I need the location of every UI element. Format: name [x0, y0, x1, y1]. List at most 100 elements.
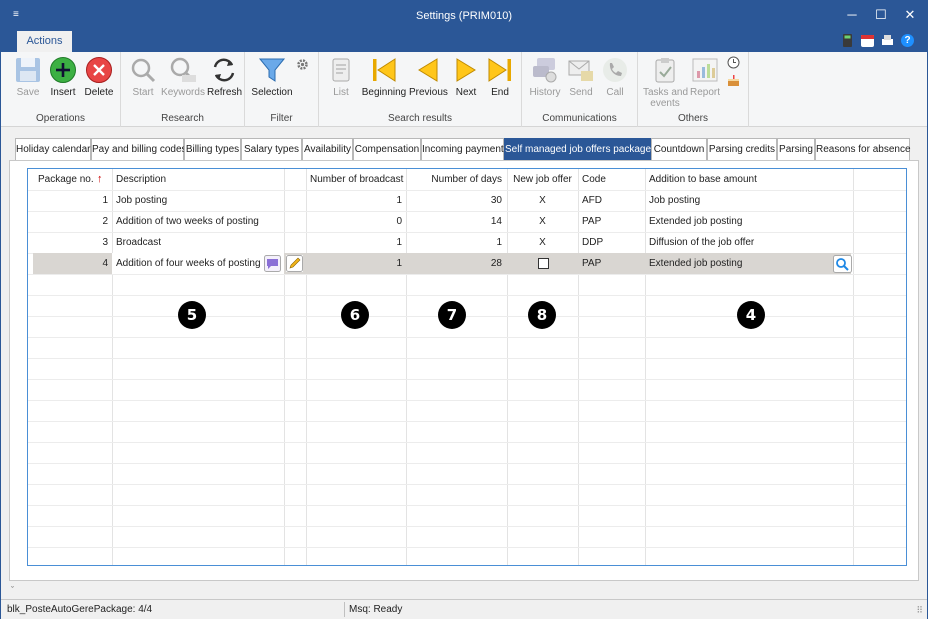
col-header-description[interactable]: Description [116, 169, 276, 190]
tasks-label-line1: Tasks and [643, 87, 689, 98]
col-header-addition-to-base-amount[interactable]: Addition to base amount [649, 169, 849, 190]
bar-chart-report-icon [692, 58, 718, 82]
start-button[interactable]: Start [128, 56, 158, 98]
calculator-icon[interactable] [841, 34, 854, 47]
filter-settings-gear-icon[interactable] [296, 58, 309, 71]
new-job-offer-checkbox[interactable] [538, 258, 549, 269]
previous-icon [418, 58, 438, 82]
tab-parsing-credits[interactable]: Parsing credits [707, 138, 777, 161]
list-button[interactable]: List [327, 56, 355, 98]
list-label: List [333, 87, 349, 98]
selection-button[interactable]: Selection [251, 56, 293, 98]
group-others: Tasks and events Report Others [638, 52, 749, 127]
group-label-filter: Filter [270, 113, 293, 124]
tab-compensation[interactable]: Compensation [353, 138, 421, 161]
help-icon[interactable]: ? [901, 34, 914, 47]
cell-number-of-days: 28 [490, 258, 502, 269]
sort-ascending-icon[interactable]: ↑ [97, 169, 103, 190]
insert-button[interactable]: Insert [48, 56, 78, 98]
cell-addition-to-base-amount: Job posting [649, 195, 701, 206]
tab-self-managed-job-offers-packages[interactable]: Self managed job offers packages [504, 138, 656, 161]
magnifier-icon [131, 58, 156, 83]
window-title: Settings (PRIM010) [416, 10, 512, 22]
end-button[interactable]: End [485, 56, 515, 98]
beginning-button[interactable]: Beginning [359, 56, 409, 98]
cell-code: PAP [582, 258, 602, 269]
status-record-count: blk_PosteAutoGerePackage: 4/4 [7, 604, 153, 615]
tab-countdown[interactable]: Countdown [651, 138, 707, 161]
tasks-label-line2: events [650, 98, 680, 109]
previous-label: Previous [409, 87, 448, 98]
calendar-icon[interactable] [861, 34, 874, 47]
cell-description: Broadcast [116, 237, 162, 248]
callout-badge: 8 [528, 301, 556, 329]
plus-circle-icon [50, 57, 76, 83]
tab-incoming-payment[interactable]: Incoming payment [421, 138, 504, 161]
delete-button[interactable]: Delete [83, 56, 115, 98]
save-button[interactable]: Save [13, 56, 43, 98]
cell-number-of-broadcast: 1 [396, 237, 402, 248]
keywords-button[interactable]: Keywords [161, 56, 205, 98]
comment-icon[interactable] [264, 255, 281, 272]
cell-number-of-days: 14 [490, 216, 502, 227]
send-button[interactable]: Send [566, 56, 596, 98]
pencil-edit-icon[interactable] [286, 255, 303, 272]
group-search-results: List Beginning Previous Next End Search … [319, 52, 522, 127]
col-header-number-of-days[interactable]: Number of days [410, 169, 502, 190]
report-button[interactable]: Report [689, 56, 721, 98]
tab-availability[interactable]: Availability [302, 138, 353, 161]
send-label: Send [569, 87, 593, 98]
cell-addition-to-base-amount: Extended job posting [649, 216, 743, 227]
history-label: History [529, 87, 561, 98]
cell-package-no: 3 [102, 237, 108, 248]
cell-new-job-offer: X [539, 195, 546, 206]
next-label: Next [455, 87, 477, 98]
envelope-icon [568, 60, 593, 81]
title-bar: ≡ Settings (PRIM010) ─ ☐ ✕ [1, 1, 927, 31]
ribbon-tab-actions[interactable]: Actions [17, 31, 72, 52]
tab-pay-and-billing-codes[interactable]: Pay and billing codes [91, 138, 187, 161]
tab-holiday-calendar[interactable]: Holiday calendar [15, 138, 91, 161]
tab-parsing[interactable]: Parsing [777, 138, 815, 161]
maximize-button[interactable]: ☐ [866, 1, 896, 31]
history-button[interactable]: History [528, 56, 562, 98]
status-bar: blk_PosteAutoGerePackage: 4/4 Msq: Ready… [1, 599, 927, 619]
cell-number-of-days: 1 [496, 237, 502, 248]
status-message: Msq: Ready [349, 604, 403, 615]
tab-salary-types[interactable]: Salary types [241, 138, 302, 161]
scroll-indicator: ˇ [11, 585, 14, 595]
col-header-number-of-broadcast[interactable]: Number of broadcast [310, 169, 403, 190]
lookup-search-icon[interactable] [833, 255, 852, 273]
call-button[interactable]: Call [600, 56, 630, 98]
cell-code: AFD [582, 195, 602, 206]
group-research: Start Keywords Refresh Research [121, 52, 245, 127]
next-button[interactable]: Next [451, 56, 481, 98]
cell-description: Addition of two weeks of posting [116, 216, 259, 227]
col-header-package-no[interactable]: Package no. [38, 169, 98, 190]
cell-description: Job posting [116, 195, 168, 206]
group-label-search-results: Search results [388, 113, 452, 124]
call-label: Call [606, 87, 624, 98]
refresh-button[interactable]: Refresh [207, 56, 242, 98]
end-label: End [491, 87, 509, 98]
delete-label: Delete [84, 87, 114, 98]
cake-icon[interactable] [727, 74, 740, 87]
group-label-operations: Operations [36, 113, 85, 124]
resize-grip-icon[interactable]: ⠿ [916, 605, 923, 616]
cell-number-of-broadcast: 1 [396, 258, 402, 269]
col-header-code[interactable]: Code [582, 169, 642, 190]
history-chat-icon [533, 58, 557, 83]
settings-window: ≡ Settings (PRIM010) ─ ☐ ✕ Actions ? Sav… [0, 0, 928, 619]
minimize-button[interactable]: ─ [837, 1, 867, 31]
group-label-others: Others [677, 113, 708, 124]
col-header-new-job-offer[interactable]: New job offer [507, 169, 578, 190]
previous-button[interactable]: Previous [409, 56, 448, 98]
tab-reasons-for-absence[interactable]: Reasons for absence [815, 138, 911, 161]
close-button[interactable]: ✕ [895, 1, 925, 31]
beginning-label: Beginning [361, 87, 407, 98]
clock-icon[interactable] [727, 56, 740, 69]
tab-billing-types[interactable]: Billing types [184, 138, 241, 161]
print-icon[interactable] [881, 34, 894, 47]
description-edit-field[interactable]: Addition of four weeks of posting [112, 253, 284, 274]
tasks-and-events-button[interactable]: Tasks and events [643, 56, 689, 109]
